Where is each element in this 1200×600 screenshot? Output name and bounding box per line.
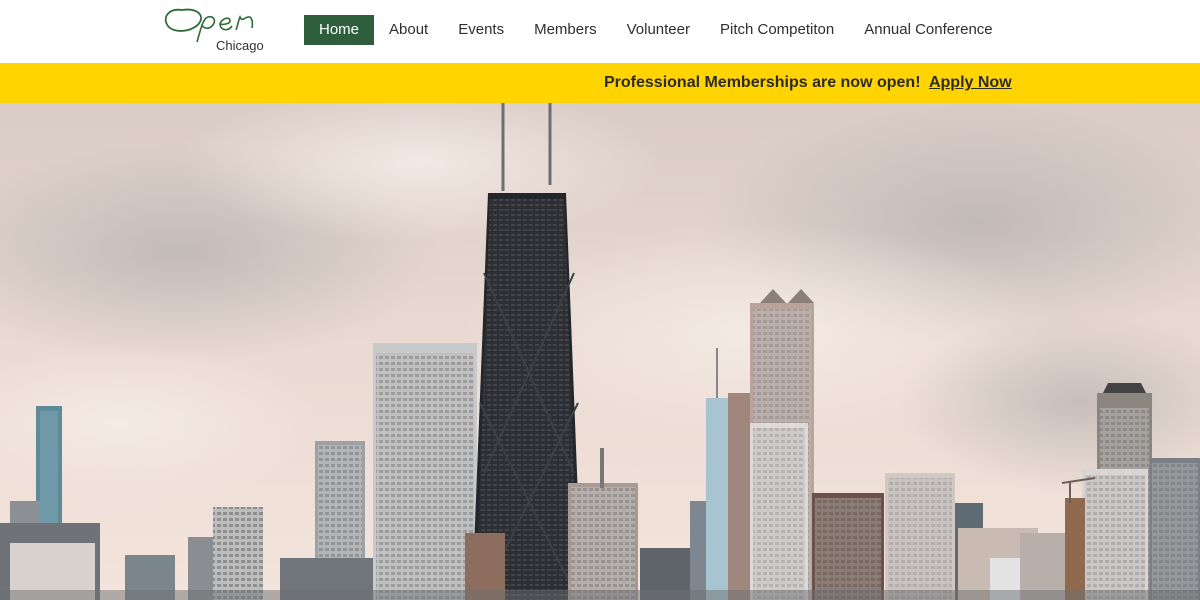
nav-item-annual-conference[interactable]: Annual Conference — [849, 15, 1007, 45]
skyline-photo — [0, 103, 1200, 600]
announcement-banner: Professional Memberships are now open! A… — [0, 63, 1200, 103]
open-chicago-logo[interactable]: Chicago — [160, 4, 270, 56]
nav-item-pitch-competition[interactable]: Pitch Competiton — [705, 15, 849, 45]
nav-item-members[interactable]: Members — [519, 15, 612, 45]
site-header: Chicago Home About Events Members Volunt… — [0, 0, 1200, 63]
hero-skyline-image — [0, 103, 1200, 600]
nav-item-volunteer[interactable]: Volunteer — [612, 15, 705, 45]
main-navigation: Home About Events Members Volunteer Pitc… — [304, 15, 1008, 45]
apply-now-link[interactable]: Apply Now — [929, 74, 1012, 91]
banner-message: Professional Memberships are now open! A… — [604, 74, 1012, 92]
nav-item-events[interactable]: Events — [443, 15, 519, 45]
nav-item-about[interactable]: About — [374, 15, 443, 45]
logo-subtitle: Chicago — [216, 38, 264, 53]
nav-item-home[interactable]: Home — [304, 15, 375, 45]
banner-text: Professional Memberships are now open! — [604, 74, 921, 91]
